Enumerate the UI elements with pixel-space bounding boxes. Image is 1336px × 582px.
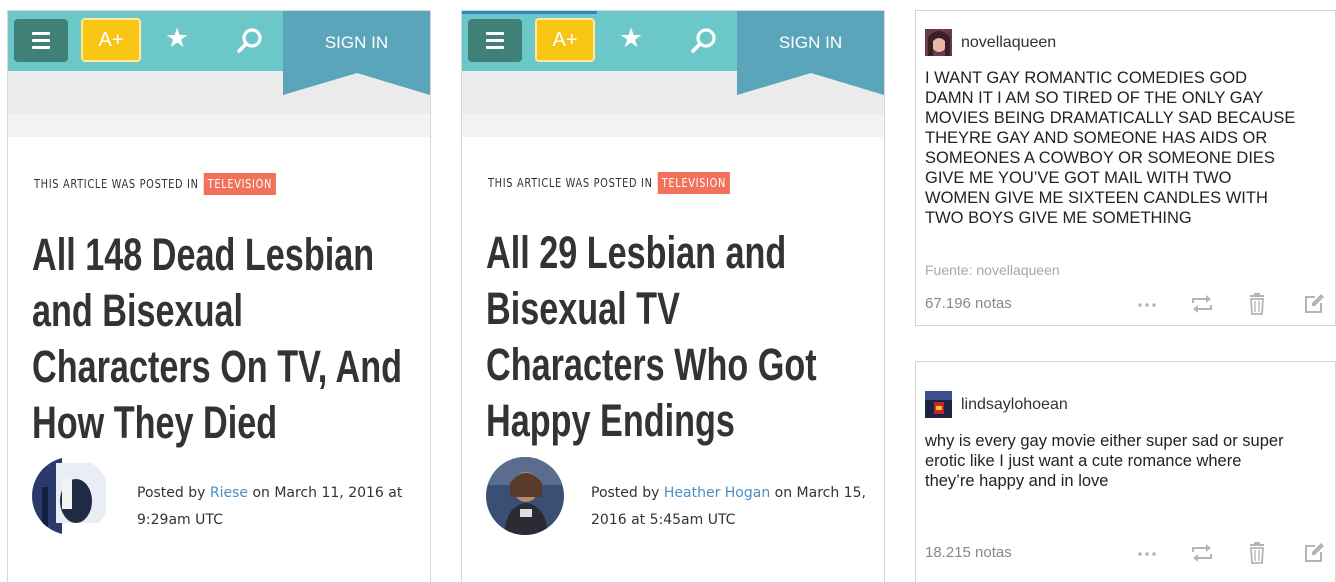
sign-in-label: SIGN IN (778, 33, 843, 52)
post-text-line: SOMEONES A COWBOY OR SOMEONE DIES (925, 149, 1275, 167)
article-title[interactable]: All 148 Dead Lesbian and Bisexual Charac… (32, 227, 427, 451)
star-icon[interactable]: ★ (165, 22, 189, 54)
hamburger-icon-line (486, 46, 504, 49)
post-text: why is every gay movie either super sad … (925, 431, 1329, 491)
edit-icon[interactable] (1302, 541, 1326, 565)
author-link[interactable]: Riese (210, 485, 248, 501)
a-plus-button[interactable]: A+ (81, 18, 141, 62)
menu-button[interactable] (14, 19, 68, 62)
article-byline: Posted by Heather Hogan on March 15, 201… (591, 480, 876, 534)
notes-count[interactable]: 18.215 notas (925, 544, 1012, 561)
title-line: Characters On TV, And (32, 341, 402, 392)
article-title[interactable]: All 29 Lesbian and Bisexual TV Character… (486, 225, 881, 449)
posted-in-label: THIS ARTICLE WAS POSTED IN (34, 177, 199, 191)
title-line: Bisexual TV (486, 283, 680, 334)
title-line: Characters Who Got (486, 339, 817, 390)
sign-in-label: SIGN IN (324, 33, 389, 52)
user-avatar[interactable] (925, 29, 952, 56)
reblog-icon[interactable] (1190, 292, 1214, 316)
article-byline: Posted by Riese on March 11, 2016 at 9:2… (137, 480, 422, 534)
article-category-line: THIS ARTICLE WAS POSTED IN TELEVISION (488, 172, 731, 194)
post-text-line: TWO BOYS GIVE ME SOMETHING (925, 209, 1192, 227)
post-text: I WANT GAY ROMANTIC COMEDIES GOD DAMN IT… (925, 68, 1329, 228)
byline-prefix: Posted by (137, 485, 210, 501)
page-progress-bar (462, 11, 597, 14)
title-line: All 148 Dead Lesbian (32, 229, 375, 280)
ad-strip-lower (8, 114, 430, 137)
post-actions (1132, 541, 1328, 565)
post-actions (1132, 292, 1328, 316)
menu-button[interactable] (468, 19, 522, 62)
posted-in-label: THIS ARTICLE WAS POSTED IN (488, 176, 653, 190)
search-icon[interactable] (234, 25, 266, 57)
category-tag[interactable]: TELEVISION (203, 173, 277, 195)
byline-prefix: Posted by (591, 485, 664, 501)
trash-icon[interactable] (1246, 292, 1268, 316)
trash-icon[interactable] (1246, 541, 1268, 565)
user-avatar-photo (925, 391, 952, 418)
hamburger-icon (486, 32, 504, 35)
post-text-line: GIVE ME YOU’VE GOT MAIL WITH TWO (925, 169, 1232, 187)
reblog-icon[interactable] (1190, 541, 1214, 565)
post-source[interactable]: Fuente: novellaqueen (925, 262, 1060, 278)
post-text-line: THEYRE GAY AND SOMEONE HAS AIDS OR (925, 129, 1268, 147)
author-link[interactable]: Heather Hogan (664, 485, 770, 501)
hamburger-icon (32, 32, 50, 35)
edit-icon[interactable] (1302, 292, 1326, 316)
article-category-line: THIS ARTICLE WAS POSTED IN TELEVISION (34, 173, 277, 195)
post-text-line: DAMN IT I AM SO TIRED OF THE ONLY GAY (925, 89, 1264, 107)
sign-in-button[interactable]: SIGN IN (737, 11, 884, 95)
hamburger-icon-line (32, 39, 50, 42)
post-text-line: I WANT GAY ROMANTIC COMEDIES GOD (925, 69, 1248, 87)
search-icon[interactable] (688, 25, 720, 57)
article-panel: A+ ★ SIGN IN THIS ARTICLE WAS POSTED IN T… (461, 10, 885, 582)
title-line: Happy Endings (486, 395, 735, 446)
author-photo (32, 457, 110, 535)
more-icon[interactable] (1137, 541, 1157, 565)
username[interactable]: novellaqueen (961, 34, 1056, 52)
hamburger-icon-line (486, 39, 504, 42)
star-icon[interactable]: ★ (619, 22, 643, 54)
post-text-line: erotic like I just want a cute romance w… (925, 452, 1242, 470)
user-avatar[interactable] (925, 391, 952, 418)
post-text-line: why is every gay movie either super sad … (925, 432, 1284, 450)
post-card: novellaqueen I WANT GAY ROMANTIC COMEDIE… (915, 10, 1336, 326)
notes-count[interactable]: 67.196 notas (925, 295, 1012, 312)
title-line: and Bisexual (32, 285, 243, 336)
post-card: lindsaylohoean why is every gay movie ei… (915, 361, 1336, 582)
author-photo (486, 457, 564, 535)
category-tag[interactable]: TELEVISION (657, 172, 731, 194)
username[interactable]: lindsaylohoean (961, 396, 1068, 414)
post-text-line: they’re happy and in love (925, 472, 1109, 490)
sign-in-banner-shape (283, 11, 430, 95)
a-plus-button[interactable]: A+ (535, 18, 595, 62)
title-line: How They Died (32, 397, 278, 448)
ad-strip-lower (462, 114, 884, 137)
post-text-line: WOMEN GIVE ME SIXTEEN CANDLES WITH (925, 189, 1268, 207)
user-avatar-photo (925, 29, 952, 56)
title-line: All 29 Lesbian and (486, 227, 787, 278)
author-avatar[interactable] (32, 457, 110, 535)
hamburger-icon-line (32, 46, 50, 49)
author-avatar[interactable] (486, 457, 564, 535)
more-icon[interactable] (1137, 292, 1157, 316)
post-text-line: MOVIES BEING DRAMATICALLY SAD BECAUSE (925, 109, 1296, 127)
sign-in-button[interactable]: SIGN IN (283, 11, 430, 95)
sign-in-banner-shape (737, 11, 884, 95)
article-panel: A+ ★ SIGN IN THIS ARTICLE WAS POSTED IN T… (7, 10, 431, 582)
